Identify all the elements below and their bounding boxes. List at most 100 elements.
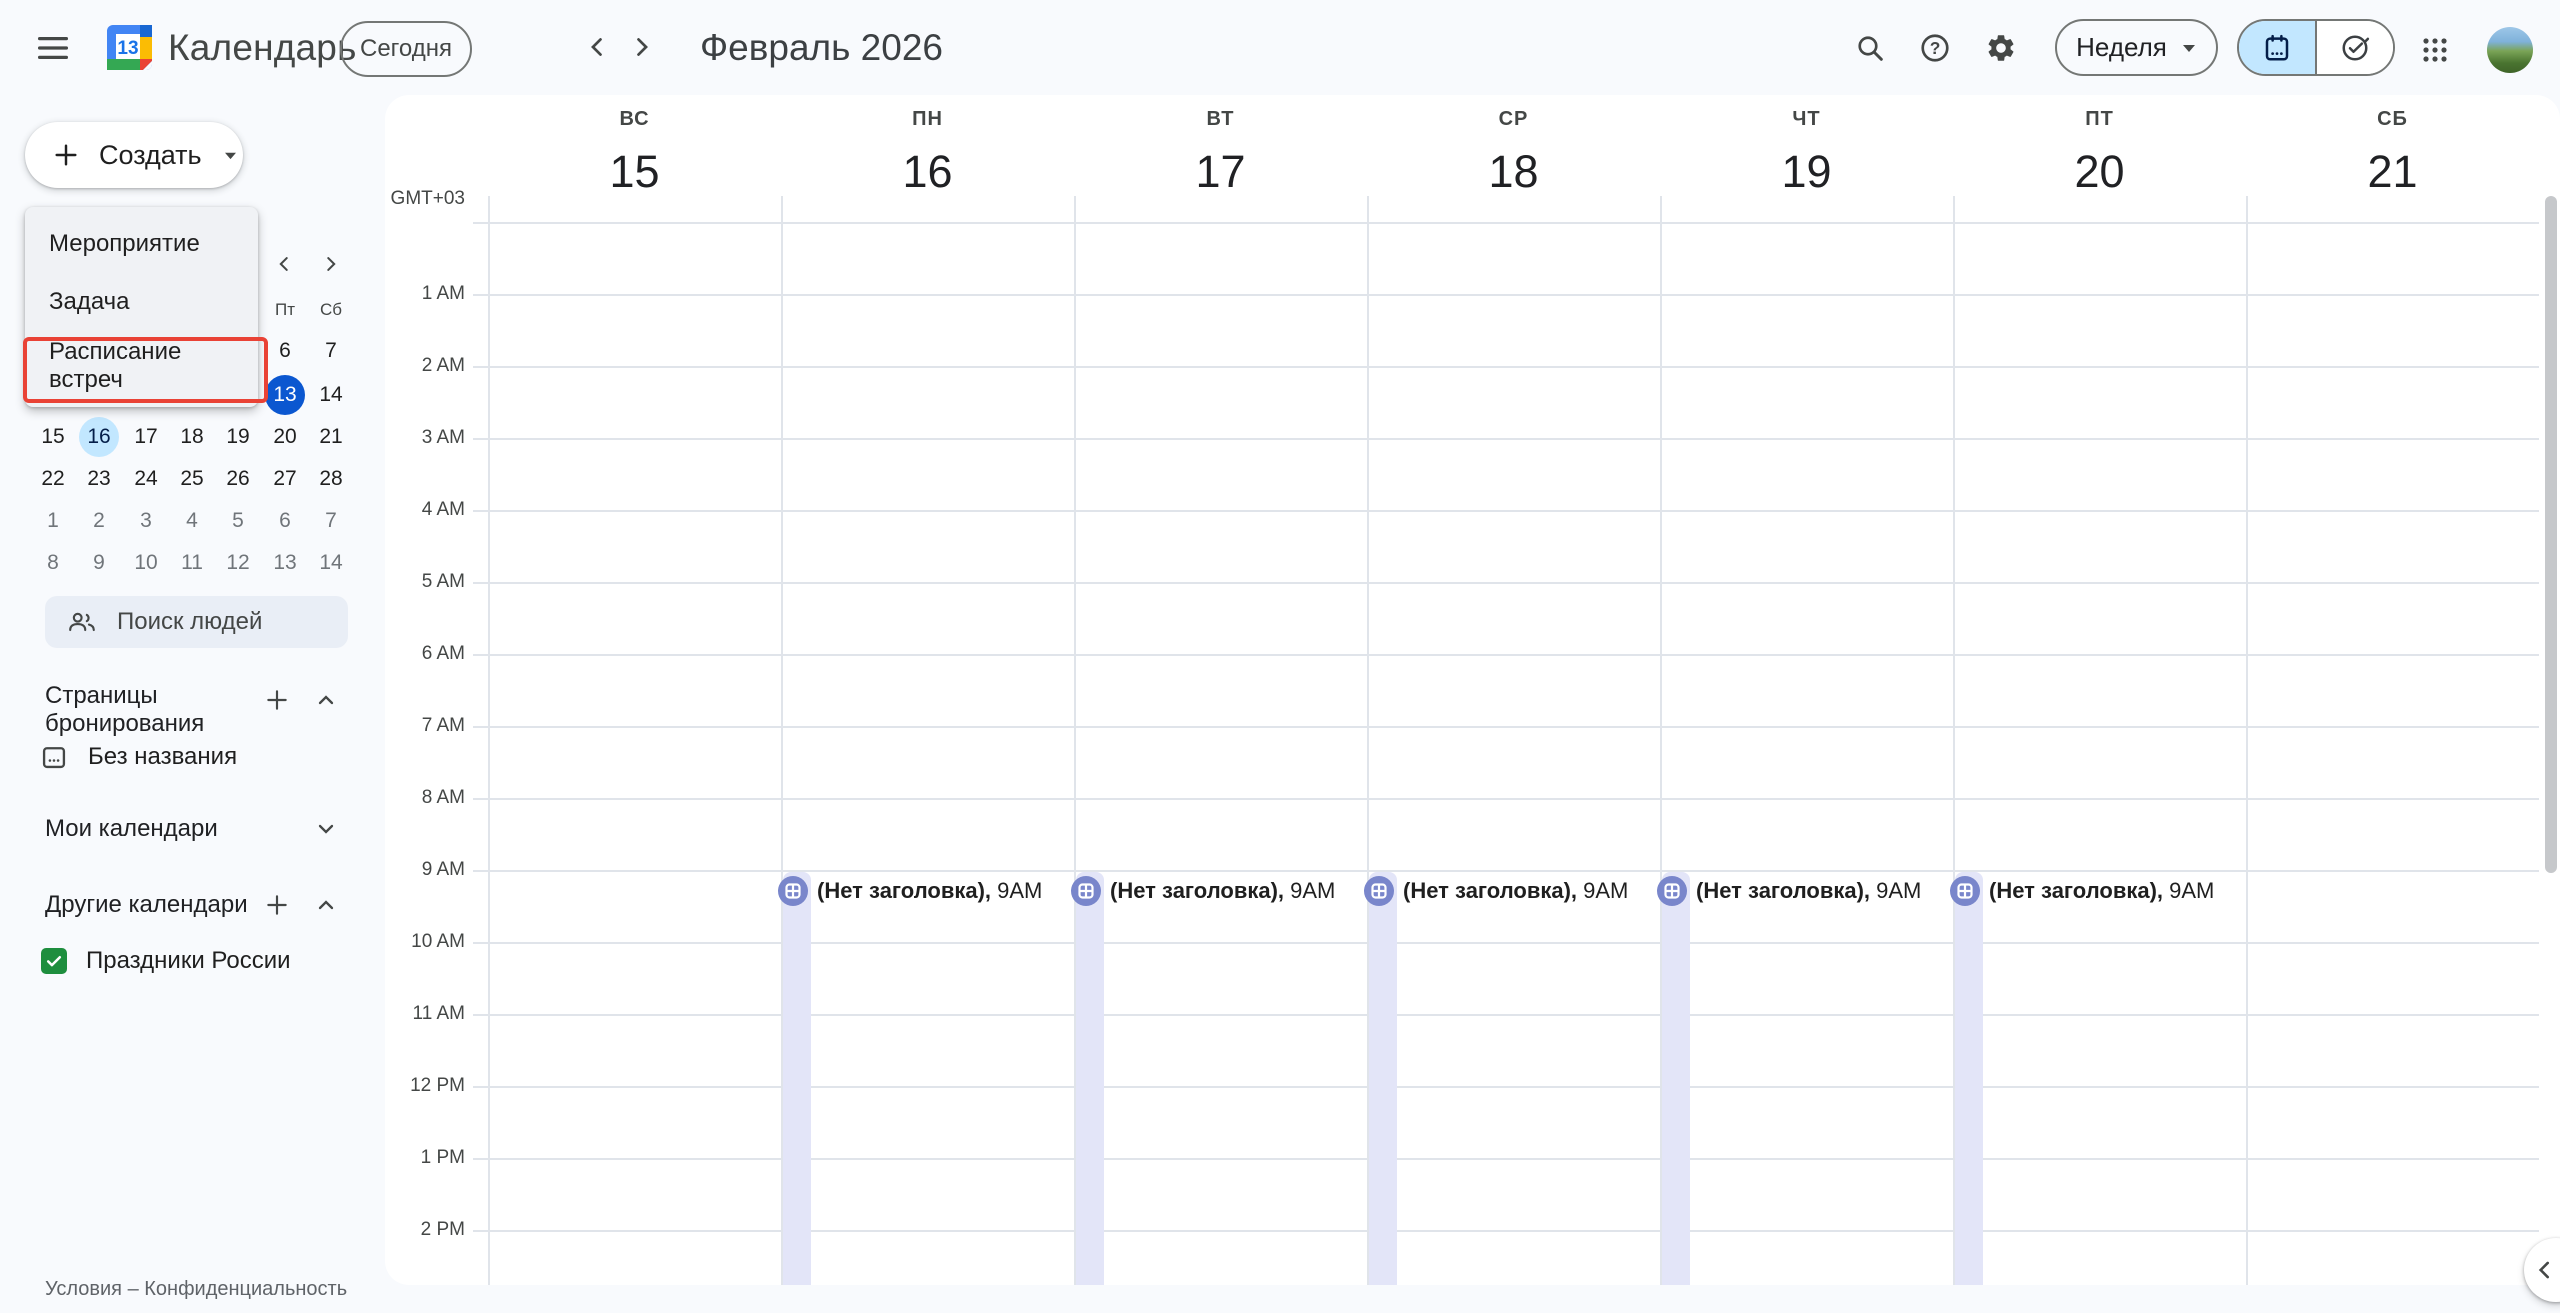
minical-day[interactable]: 3: [126, 501, 166, 541]
minical-day[interactable]: 23: [79, 459, 119, 499]
next-period-button[interactable]: [622, 27, 662, 67]
google-calendar-app: { "header": { "app_title": "Календарь", …: [0, 0, 2560, 1313]
main-menu-button[interactable]: [30, 25, 76, 71]
event-strip[interactable]: [783, 872, 811, 1285]
booking-pages-collapse-button[interactable]: [308, 682, 344, 718]
minical-day[interactable]: 8: [33, 543, 73, 583]
other-calendars-add-button[interactable]: [259, 887, 295, 923]
appointment-schedule-icon: [778, 876, 808, 906]
minical-day[interactable]: 19: [218, 417, 258, 457]
terms-privacy-links[interactable]: Условия – Конфиденциальность: [45, 1278, 347, 1301]
minical-day[interactable]: 24: [126, 459, 166, 499]
minical-day[interactable]: 27: [265, 459, 305, 499]
caret-down-icon: [2181, 42, 2197, 54]
event-chip[interactable]: (Нет заголовка), 9AM: [1364, 876, 1628, 906]
minical-day[interactable]: 2: [79, 501, 119, 541]
minical-day-selected[interactable]: 16: [79, 417, 119, 457]
minical-day[interactable]: 7: [311, 501, 351, 541]
appointment-schedule-icon: [1071, 876, 1101, 906]
tasks-view-icon: [2340, 33, 2370, 63]
vertical-scrollbar-thumb[interactable]: [2545, 196, 2557, 873]
create-menu-item[interactable]: Задача: [25, 273, 258, 331]
avatar[interactable]: [2487, 27, 2533, 73]
event-strip[interactable]: [1076, 872, 1104, 1285]
booking-pages-add-button[interactable]: [259, 682, 295, 718]
minical-day[interactable]: 13: [265, 543, 305, 583]
settings-button[interactable]: [1977, 24, 2025, 72]
help-icon: ?: [1919, 32, 1951, 64]
minical-next-button[interactable]: [313, 246, 349, 282]
minical-day[interactable]: 26: [218, 459, 258, 499]
day-header-date[interactable]: 17: [1141, 146, 1301, 198]
view-selector-dropdown[interactable]: Неделя: [2055, 19, 2218, 76]
help-button[interactable]: ?: [1911, 24, 1959, 72]
create-menu-item[interactable]: Мероприятие: [25, 215, 258, 273]
minical-day[interactable]: 10: [126, 543, 166, 583]
plus-icon: [264, 892, 290, 918]
day-header-date[interactable]: 21: [2313, 146, 2473, 198]
calendar-logo-icon[interactable]: 13: [107, 25, 152, 70]
previous-period-button[interactable]: [577, 27, 617, 67]
minical-day[interactable]: 5: [218, 501, 258, 541]
minical-day-today[interactable]: 13: [265, 375, 305, 415]
minical-day[interactable]: 7: [311, 331, 351, 371]
google-apps-button[interactable]: [2411, 26, 2459, 74]
day-header-date[interactable]: 15: [555, 146, 715, 198]
day-header-date[interactable]: 18: [1434, 146, 1594, 198]
checkmark-icon: [44, 951, 64, 971]
minical-day[interactable]: 1: [33, 501, 73, 541]
chevron-right-icon: [320, 253, 342, 275]
minical-day[interactable]: 17: [126, 417, 166, 457]
minical-day[interactable]: 9: [79, 543, 119, 583]
event-strip[interactable]: [1955, 872, 1983, 1285]
booking-page-item[interactable]: Без названия: [40, 740, 237, 774]
minical-day[interactable]: 6: [265, 331, 305, 371]
event-label: (Нет заголовка), 9AM: [1110, 878, 1335, 904]
calendar-logo-glyph: 13: [107, 25, 152, 70]
search-button[interactable]: [1846, 24, 1894, 72]
today-button[interactable]: Сегодня: [340, 21, 472, 77]
event-chip[interactable]: (Нет заголовка), 9AM: [1071, 876, 1335, 906]
event-label: (Нет заголовка), 9AM: [817, 878, 1042, 904]
minical-day[interactable]: 15: [33, 417, 73, 457]
calendar-view-toggle[interactable]: [2239, 21, 2315, 74]
search-people-input[interactable]: Поиск людей: [45, 596, 348, 648]
timezone-label: GMT+03: [305, 188, 465, 210]
calendar-view-icon: [2262, 33, 2292, 63]
minical-day[interactable]: 6: [265, 501, 305, 541]
minical-day[interactable]: 18: [172, 417, 212, 457]
event-chip[interactable]: (Нет заголовка), 9AM: [1657, 876, 1921, 906]
minical-day[interactable]: 25: [172, 459, 212, 499]
day-header-date[interactable]: 20: [2020, 146, 2180, 198]
minical-previous-button[interactable]: [266, 246, 302, 282]
tasks-view-toggle[interactable]: [2315, 21, 2393, 74]
caret-down-icon: [223, 150, 238, 161]
event-label: (Нет заголовка), 9AM: [1989, 878, 2214, 904]
event-chip[interactable]: (Нет заголовка), 9AM: [1950, 876, 2214, 906]
other-calendars-collapse-button[interactable]: [308, 887, 344, 923]
minical-day[interactable]: 20: [265, 417, 305, 457]
search-people-placeholder: Поиск людей: [117, 608, 262, 636]
calendar-list-item-holidays[interactable]: Праздники России: [41, 945, 291, 977]
svg-text:13: 13: [117, 38, 138, 59]
event-strip[interactable]: [1662, 872, 1690, 1285]
minical-day[interactable]: 14: [311, 543, 351, 583]
event-chip[interactable]: (Нет заголовка), 9AM: [778, 876, 1042, 906]
create-button[interactable]: Создать: [25, 122, 243, 188]
day-header-date[interactable]: 16: [848, 146, 1008, 198]
hamburger-icon: [36, 34, 70, 62]
holidays-checkbox[interactable]: [41, 948, 67, 974]
minical-day[interactable]: 22: [33, 459, 73, 499]
event-strip[interactable]: [1369, 872, 1397, 1285]
day-header-date[interactable]: 19: [1727, 146, 1887, 198]
minical-day[interactable]: 28: [311, 459, 351, 499]
create-button-label: Создать: [99, 140, 202, 171]
minical-day[interactable]: 12: [218, 543, 258, 583]
event-label: (Нет заголовка), 9AM: [1696, 878, 1921, 904]
minical-day[interactable]: 11: [172, 543, 212, 583]
minical-day[interactable]: 14: [311, 375, 351, 415]
minical-day[interactable]: 21: [311, 417, 351, 457]
minical-day[interactable]: 4: [172, 501, 212, 541]
my-calendars-expand-button[interactable]: [308, 811, 344, 847]
create-menu-item[interactable]: Расписание встреч: [25, 335, 258, 397]
